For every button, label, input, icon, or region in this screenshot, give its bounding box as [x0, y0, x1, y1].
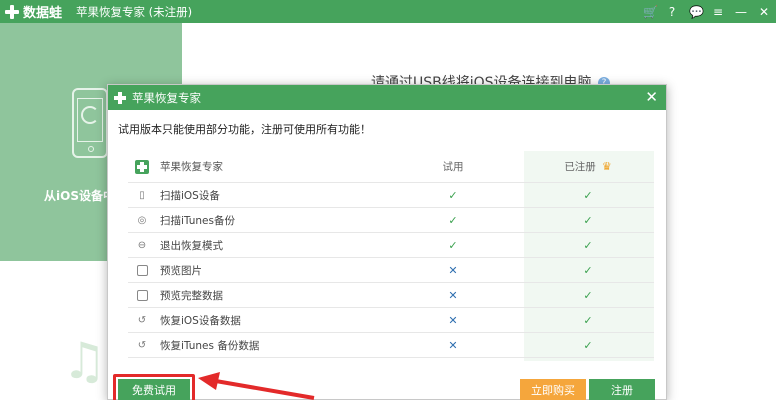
music-icon: ♫	[62, 332, 107, 390]
table-row: ↺ 恢复iTunes 备份数据 ✕ ✓	[128, 333, 654, 358]
data-icon	[130, 289, 154, 301]
settings-icon[interactable]: ?	[666, 6, 678, 18]
table-row: ↺ 恢复iOS设备数据 ✕ ✓	[128, 308, 654, 333]
registration-dialog: 苹果恢复专家 ✕ 试用版本只能使用部分功能，注册可使用所有功能！ 苹果恢复专家 …	[107, 84, 667, 400]
pointer-arrow-icon	[198, 372, 315, 400]
feature-label: 预览完整数据	[160, 289, 223, 302]
trial-check-icon: ✓	[448, 238, 458, 252]
restore-icon: ↺	[137, 314, 147, 326]
trial-check-icon: ✓	[448, 213, 458, 227]
table-row: ▯ 扫描iOS设备 ✓ ✓	[128, 183, 654, 208]
message-icon[interactable]: 💬	[689, 6, 704, 18]
header-registered: 已注册	[564, 161, 596, 173]
table-row: ◎ 扫描iTunes备份 ✓ ✓	[128, 208, 654, 233]
trial-cross-icon: ✕	[448, 313, 458, 327]
image-icon	[130, 264, 154, 276]
logo-cross-icon	[4, 4, 20, 20]
registered-check-icon: ✓	[583, 263, 593, 277]
register-button[interactable]: 注册	[589, 379, 655, 400]
buy-now-button[interactable]: 立即购买	[520, 379, 586, 400]
restore-itunes-icon: ↺	[137, 339, 147, 351]
trial-cross-icon: ✕	[448, 263, 458, 277]
feature-label: 恢复iTunes 备份数据	[160, 339, 260, 352]
dialog-title: 苹果恢复专家	[132, 90, 201, 105]
registered-check-icon: ✓	[583, 313, 593, 327]
registered-check-icon: ✓	[583, 338, 593, 352]
crown-icon: ♛	[601, 160, 612, 173]
cart-icon[interactable]: 🛒	[643, 6, 658, 18]
registered-check-icon: ✓	[583, 288, 593, 302]
table-row: 预览完整数据 ✕ ✓	[128, 283, 654, 308]
recover-from-device-label: 从iOS设备中	[44, 189, 115, 203]
itunes-icon: ◎	[137, 214, 147, 226]
registered-check-icon: ✓	[583, 213, 593, 227]
feature-label: 扫描iOS设备	[160, 189, 220, 202]
dialog-close-icon[interactable]: ✕	[645, 88, 658, 106]
trial-check-icon: ✓	[448, 188, 458, 202]
table-row: ⊖ 退出恢复模式 ✓ ✓	[128, 233, 654, 258]
brand-name: 数据蛙	[23, 6, 63, 21]
registered-check-icon: ✓	[583, 188, 593, 202]
free-trial-highlight-box	[113, 374, 195, 400]
product-logo-icon	[135, 159, 149, 174]
registered-check-icon: ✓	[583, 238, 593, 252]
trial-cross-icon: ✕	[448, 288, 458, 302]
window-title: 苹果恢复专家 (未注册)	[76, 4, 193, 19]
trial-cross-icon: ✕	[448, 338, 458, 352]
feature-label: 退出恢复模式	[160, 239, 223, 252]
dialog-header: 苹果恢复专家 ✕	[108, 85, 666, 110]
feature-label: 扫描iTunes备份	[160, 214, 235, 227]
table-header: 苹果恢复专家 试用 已注册 ♛	[128, 151, 654, 183]
trial-notice: 试用版本只能使用部分功能，注册可使用所有功能！	[118, 123, 371, 136]
phone-icon: ▯	[139, 189, 145, 201]
feature-comparison-table: 苹果恢复专家 试用 已注册 ♛ ▯ 扫描iOS设备 ✓ ✓ ◎ 扫描iTunes备…	[128, 151, 654, 361]
feature-label: 预览图片	[160, 264, 202, 277]
app-titlebar: 数据蛙 苹果恢复专家 (未注册) 🛒 ? 💬 ≡ — ✕	[0, 0, 776, 23]
app-logo: 数据蛙	[4, 2, 62, 21]
phone-icon	[72, 88, 108, 158]
header-trial: 试用	[442, 161, 464, 173]
feature-label: 恢复iOS设备数据	[160, 314, 241, 327]
table-row: 预览图片 ✕ ✓	[128, 258, 654, 283]
exit-icon: ⊖	[137, 239, 147, 251]
close-icon[interactable]: ✕	[758, 6, 770, 18]
header-product: 苹果恢复专家	[160, 161, 223, 173]
minimize-icon[interactable]: —	[735, 6, 747, 18]
dialog-logo-icon	[114, 91, 126, 104]
window-controls: 🛒 ? 💬 ≡ — ✕	[643, 0, 770, 23]
menu-icon[interactable]: ≡	[712, 6, 724, 18]
